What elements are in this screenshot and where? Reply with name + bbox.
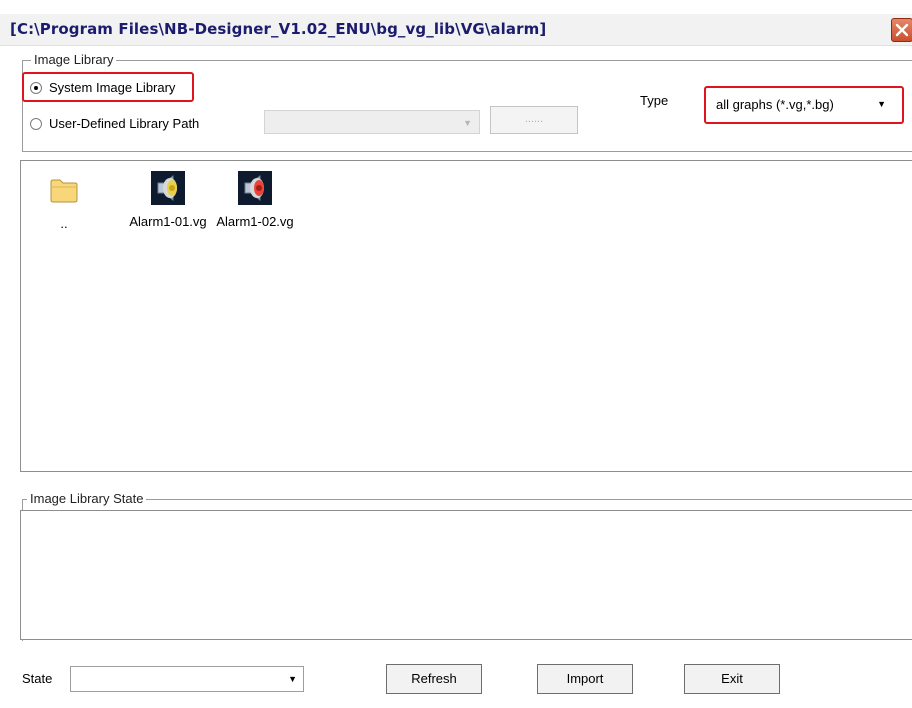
library-path-combo[interactable]: ▼ — [264, 110, 480, 134]
state-label: State — [22, 671, 53, 686]
image-library-state-label: Image Library State — [27, 491, 147, 506]
file-name: Alarm1-01.vg — [129, 214, 207, 229]
path-dropdown-arrow-icon: ▼ — [463, 118, 472, 128]
exit-button[interactable]: Exit — [684, 664, 780, 694]
image-library-dialog: [C:\Program Files\NB-Designer_V1.02_ENU\… — [0, 0, 912, 708]
system-library-highlight — [22, 72, 194, 102]
file-name: Alarm1-02.vg — [216, 214, 294, 229]
file-item-alarm1-01[interactable]: Alarm1-01.vg — [123, 171, 213, 229]
image-library-group-label: Image Library — [31, 52, 117, 67]
folder-icon — [47, 173, 81, 207]
close-icon — [895, 23, 909, 37]
browse-path-button[interactable]: ...... — [490, 106, 578, 134]
type-label: Type — [640, 93, 669, 108]
import-button[interactable]: Import — [537, 664, 633, 694]
type-select-highlight — [704, 86, 904, 124]
state-select[interactable]: ▼ — [70, 666, 304, 692]
window-title: [C:\Program Files\NB-Designer_V1.02_ENU\… — [10, 20, 547, 38]
file-item-alarm1-02[interactable]: Alarm1-02.vg — [210, 171, 300, 229]
user-defined-library-label: User-Defined Library Path — [49, 116, 200, 131]
state-dropdown-arrow-icon: ▼ — [288, 674, 297, 684]
user-defined-library-option[interactable]: User-Defined Library Path — [30, 116, 199, 131]
file-name: .. — [60, 216, 68, 231]
image-library-state-area[interactable] — [20, 510, 912, 640]
title-bar[interactable]: [C:\Program Files\NB-Designer_V1.02_ENU\… — [0, 14, 912, 46]
user-defined-library-radio[interactable] — [30, 117, 42, 130]
file-item-parent-folder[interactable]: .. — [19, 173, 109, 231]
close-button[interactable] — [891, 18, 912, 42]
alarm-speaker-yellow-icon — [151, 171, 185, 205]
file-list[interactable]: .. Alarm1-01.vg Alarm1-02.vg — [20, 160, 912, 472]
alarm-speaker-red-icon — [238, 171, 272, 205]
refresh-button[interactable]: Refresh — [386, 664, 482, 694]
